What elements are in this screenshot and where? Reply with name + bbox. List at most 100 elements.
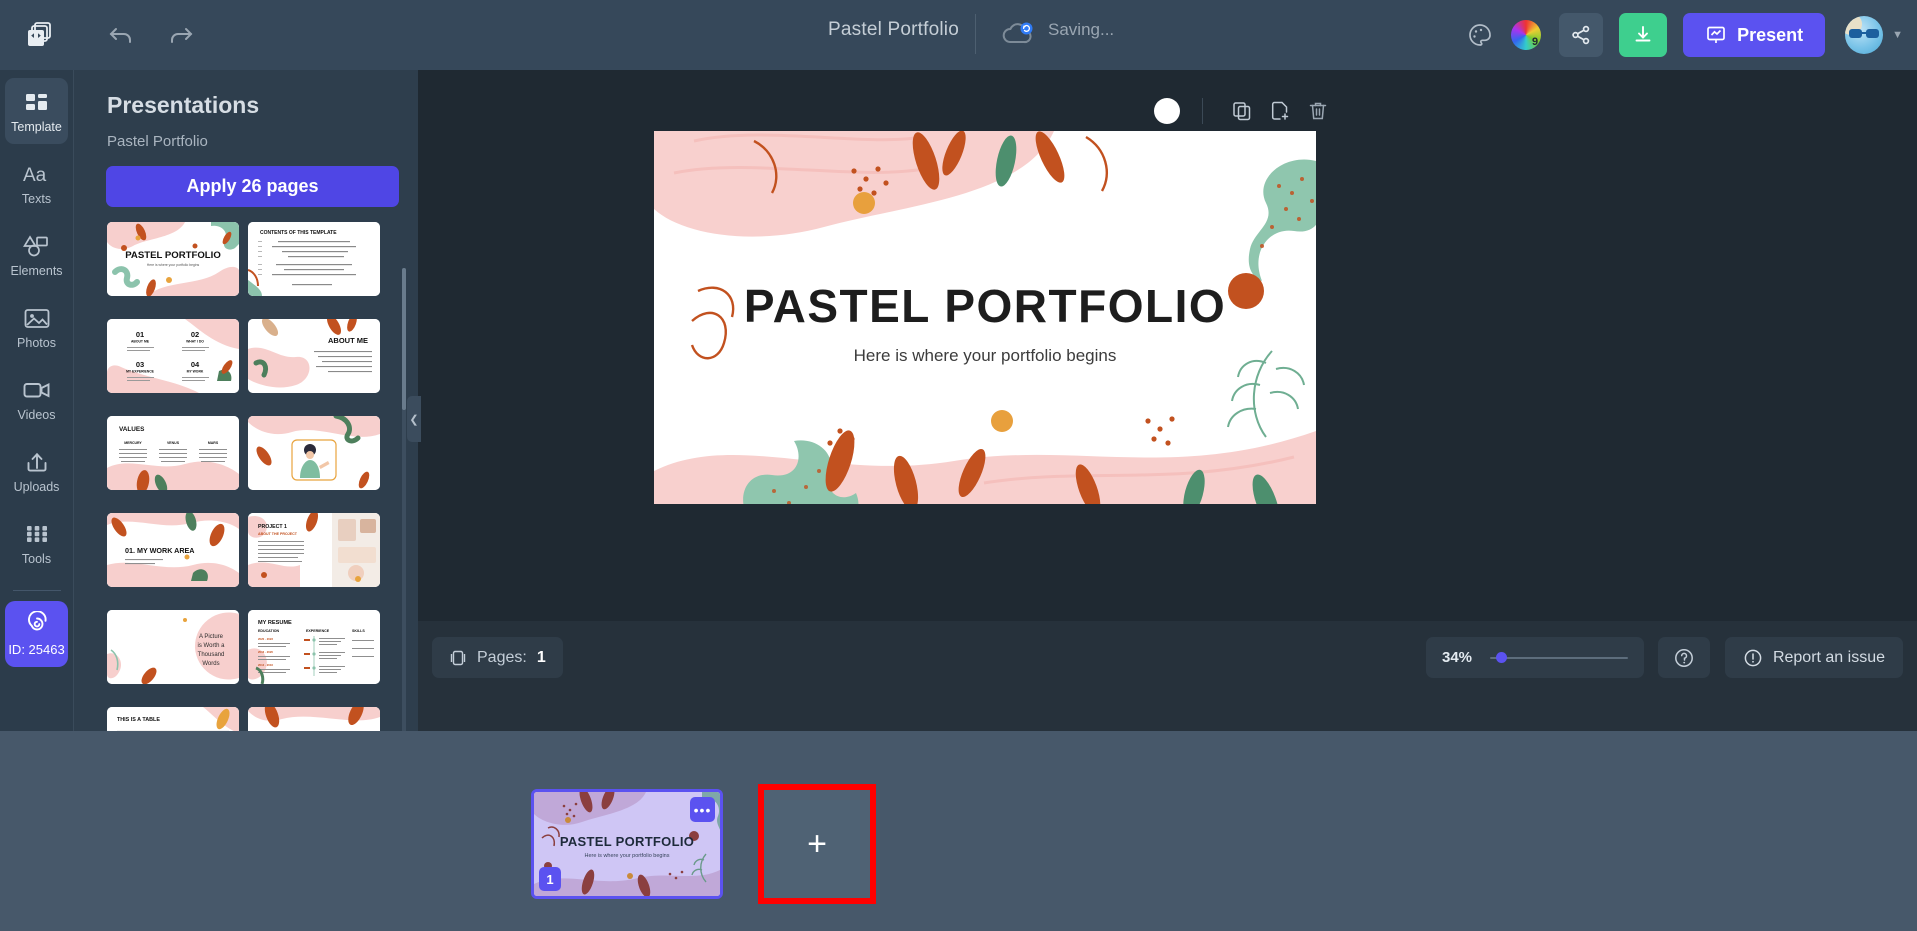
svg-text:Thousand: Thousand (198, 652, 225, 658)
template-thumbnail[interactable]: MY RESUME EDUCATION EXPERIENCE SKILLS 20… (248, 610, 380, 684)
shapes-icon (22, 232, 51, 260)
duplicate-page-icon[interactable] (1225, 96, 1259, 126)
sidebar-item-tools[interactable]: Tools (5, 510, 68, 576)
svg-text:is Worth a: is Worth a (198, 643, 226, 649)
svg-text:2016 - 2020: 2016 - 2020 (258, 650, 273, 654)
svg-text:01. MY WORK AREA: 01. MY WORK AREA (125, 546, 195, 555)
download-button[interactable] (1619, 13, 1668, 57)
svg-text:WHAT I DO: WHAT I DO (186, 340, 204, 344)
svg-text:ABOUT ME: ABOUT ME (131, 340, 150, 344)
report-issue-label: Report an issue (1772, 648, 1885, 666)
sidebar-label-texts: Texts (21, 192, 52, 206)
slide-canvas[interactable]: PASTEL PORTFOLIO Here is where your port… (654, 131, 1316, 504)
svg-text:PROJECT 1: PROJECT 1 (258, 524, 287, 530)
svg-text:MY WORK: MY WORK (187, 370, 204, 374)
present-label: Present (1737, 24, 1804, 45)
svg-text:MY RESUME: MY RESUME (258, 620, 292, 626)
template-thumbnail[interactable]: 01. MY WORK AREA (107, 513, 239, 587)
report-issue-button[interactable]: Report an issue (1724, 637, 1903, 678)
sidebar-item-template[interactable]: Template (5, 78, 68, 144)
pages-indicator[interactable]: Pages: 1 (432, 637, 563, 678)
svg-text:THIS IS A TABLE: THIS IS A TABLE (117, 717, 160, 723)
redo-arrow-icon[interactable] (158, 12, 204, 58)
svg-text:Here is where your portfolio b: Here is where your portfolio begins (147, 263, 200, 267)
id-badge[interactable]: ID: 25463 (5, 601, 68, 667)
topbar-actions: 9 Present ▼ (1457, 0, 1903, 70)
panel-scrollbar-thumb[interactable] (402, 268, 406, 410)
rail-divider (12, 590, 61, 591)
palette-icon[interactable] (1457, 12, 1503, 58)
color-wheel-icon[interactable]: 9 (1511, 20, 1542, 50)
zoom-value: 34% (1442, 649, 1473, 666)
sidebar-item-photos[interactable]: Photos (5, 294, 68, 360)
share-button[interactable] (1559, 13, 1604, 57)
app-root: Pastel Portfolio Saving... 9 Present ▼ T… (0, 0, 1917, 931)
svg-text:03: 03 (136, 360, 144, 369)
svg-text:ABOUT ME: ABOUT ME (328, 336, 368, 345)
chevron-down-icon[interactable]: ▼ (1892, 29, 1903, 41)
help-button[interactable] (1658, 637, 1710, 678)
filmstrip-slide[interactable]: PASTEL PORTFOLIO Here is where your port… (531, 789, 723, 899)
template-thumbnail[interactable]: 01 ABOUT ME 02 WHAT I DO 03 MY EXPERIENC… (107, 319, 239, 393)
text-aa-icon: Aa (22, 160, 52, 188)
template-thumbnail[interactable] (248, 416, 380, 490)
slide-subtitle: Here is where your portfolio begins (853, 346, 1117, 365)
status-bar: Pages: 1 34% Report an issue (418, 621, 1917, 731)
undo-arrow-icon[interactable] (98, 12, 144, 58)
document-title[interactable]: Pastel Portfolio (828, 19, 959, 41)
upload-arrow-icon (24, 448, 50, 476)
sidebar-item-elements[interactable]: Elements (5, 222, 68, 288)
template-thumbnail[interactable]: PASTEL PORTFOLIO Here is where your port… (107, 222, 239, 296)
sidebar-label-videos: Videos (17, 408, 56, 422)
pages-icon (449, 649, 467, 667)
svg-text:MERCURY: MERCURY (124, 441, 142, 445)
sidebar-item-uploads[interactable]: Uploads (5, 438, 68, 504)
template-thumbnail[interactable]: A Picture is Worth a Thousand Words (107, 610, 239, 684)
zoom-control: 34% (1426, 637, 1644, 678)
editor-area: PASTEL PORTFOLIO Here is where your port… (418, 70, 1917, 621)
svg-text:02: 02 (191, 330, 199, 339)
svg-text:Aa: Aa (23, 165, 47, 185)
template-thumbnail[interactable]: VALUES MERCURY VENUS MARS (107, 416, 239, 490)
filmstrip-slide-subtitle: Here is where your portfolio begins (584, 853, 670, 859)
photo-icon (23, 304, 51, 332)
avatar[interactable] (1845, 16, 1884, 54)
svg-text:Words: Words (202, 661, 219, 667)
present-screen-icon (1705, 24, 1727, 46)
template-thumbnail[interactable]: ABOUT ME (248, 319, 380, 393)
apply-pages-button[interactable]: Apply 26 pages (106, 166, 399, 207)
present-button[interactable]: Present (1683, 13, 1826, 57)
more-options-icon[interactable]: ••• (690, 797, 715, 822)
sidebar-item-videos[interactable]: Videos (5, 366, 68, 432)
sidebar-label-elements: Elements (10, 264, 63, 278)
template-thumbnail[interactable]: CONTENTS OF THIS TEMPLATE (248, 222, 380, 296)
svg-text:2012 - 2016: 2012 - 2016 (258, 663, 273, 667)
slides-logo-icon[interactable] (14, 9, 66, 61)
white-color-swatch[interactable] (1154, 98, 1180, 124)
svg-text:04: 04 (191, 360, 200, 369)
add-page-icon[interactable] (1263, 96, 1297, 126)
canvas-toolbar (1154, 96, 1339, 126)
svg-text:01: 01 (136, 330, 144, 339)
svg-text:A Picture: A Picture (199, 634, 224, 640)
cloud-sync-icon (1000, 17, 1038, 51)
svg-text:CONTENTS OF THIS TEMPLATE: CONTENTS OF THIS TEMPLATE (260, 230, 337, 236)
sidebar-item-texts[interactable]: Aa Texts (5, 150, 68, 216)
add-slide-button[interactable]: + (758, 784, 876, 904)
svg-text:MY EXPERIENCE: MY EXPERIENCE (126, 370, 155, 374)
trash-icon[interactable] (1301, 96, 1335, 126)
tools-grid-icon (25, 520, 49, 548)
collapse-panel-button[interactable]: ❮ (407, 396, 421, 442)
template-name: Pastel Portfolio (107, 133, 208, 150)
video-camera-icon (22, 376, 52, 404)
template-thumbnail[interactable]: PROJECT 1 ABOUT THE PROJECT (248, 513, 380, 587)
color-wheel-badge: 9 (1531, 36, 1539, 48)
svg-text:MARS: MARS (208, 441, 219, 445)
svg-text:2020 - 2023: 2020 - 2023 (258, 637, 273, 641)
zoom-slider-knob[interactable] (1496, 651, 1507, 663)
sidebar-label-tools: Tools (21, 552, 52, 566)
slide-title: PASTEL PORTFOLIO (743, 280, 1227, 332)
svg-text:VENUS: VENUS (167, 441, 180, 445)
zoom-slider-rail (1490, 656, 1628, 659)
zoom-slider[interactable] (1490, 651, 1628, 665)
